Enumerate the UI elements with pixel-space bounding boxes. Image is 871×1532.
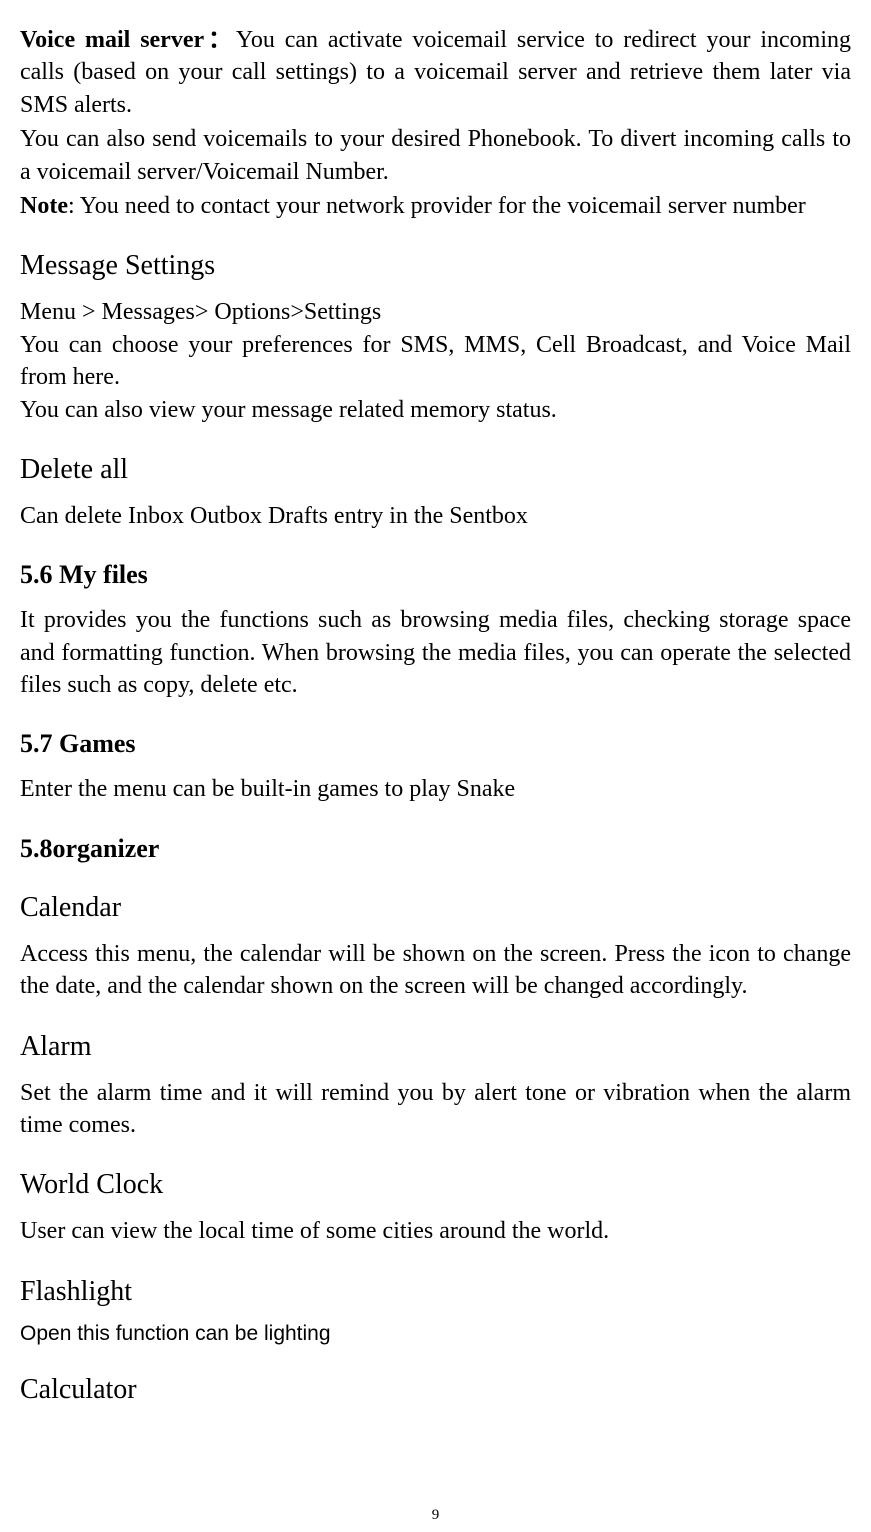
alarm-heading: Alarm <box>20 1031 851 1063</box>
document-content: Voice mail server：You can activate voice… <box>20 24 851 1406</box>
calendar-text: Access this menu, the calendar will be s… <box>20 938 851 1003</box>
note-text: : You need to contact your network provi… <box>68 193 806 219</box>
flashlight-heading: Flashlight <box>20 1276 851 1308</box>
delete-all-heading: Delete all <box>20 454 851 486</box>
alarm-text: Set the alarm time and it will remind yo… <box>20 1077 851 1142</box>
calculator-heading: Calculator <box>20 1374 851 1406</box>
message-settings-path: Menu > Messages> Options>Settings <box>20 296 851 328</box>
my-files-heading: 5.6 My files <box>20 560 851 590</box>
games-heading: 5.7 Games <box>20 729 851 759</box>
voicemail-note: Note: You need to contact your network p… <box>20 190 851 222</box>
games-text: Enter the menu can be built-in games to … <box>20 773 851 805</box>
flashlight-text: Open this function can be lighting <box>20 1322 851 1346</box>
calendar-heading: Calendar <box>20 892 851 924</box>
organizer-heading: 5.8organizer <box>20 834 851 864</box>
voicemail-paragraph-2: You can also send voicemails to your des… <box>20 123 851 188</box>
voicemail-paragraph-1: Voice mail server：You can activate voice… <box>20 24 851 121</box>
world-clock-heading: World Clock <box>20 1169 851 1201</box>
message-settings-heading: Message Settings <box>20 250 851 282</box>
world-clock-text: User can view the local time of some cit… <box>20 1215 851 1247</box>
message-settings-text-2: You can also view your message related m… <box>20 394 851 426</box>
voicemail-label: Voice mail server： <box>20 27 236 53</box>
note-label: Note <box>20 193 68 219</box>
my-files-text: It provides you the functions such as br… <box>20 604 851 701</box>
page-number: 9 <box>0 1507 871 1524</box>
delete-all-text: Can delete Inbox Outbox Drafts entry in … <box>20 500 851 532</box>
message-settings-text-1: You can choose your preferences for SMS,… <box>20 329 851 394</box>
